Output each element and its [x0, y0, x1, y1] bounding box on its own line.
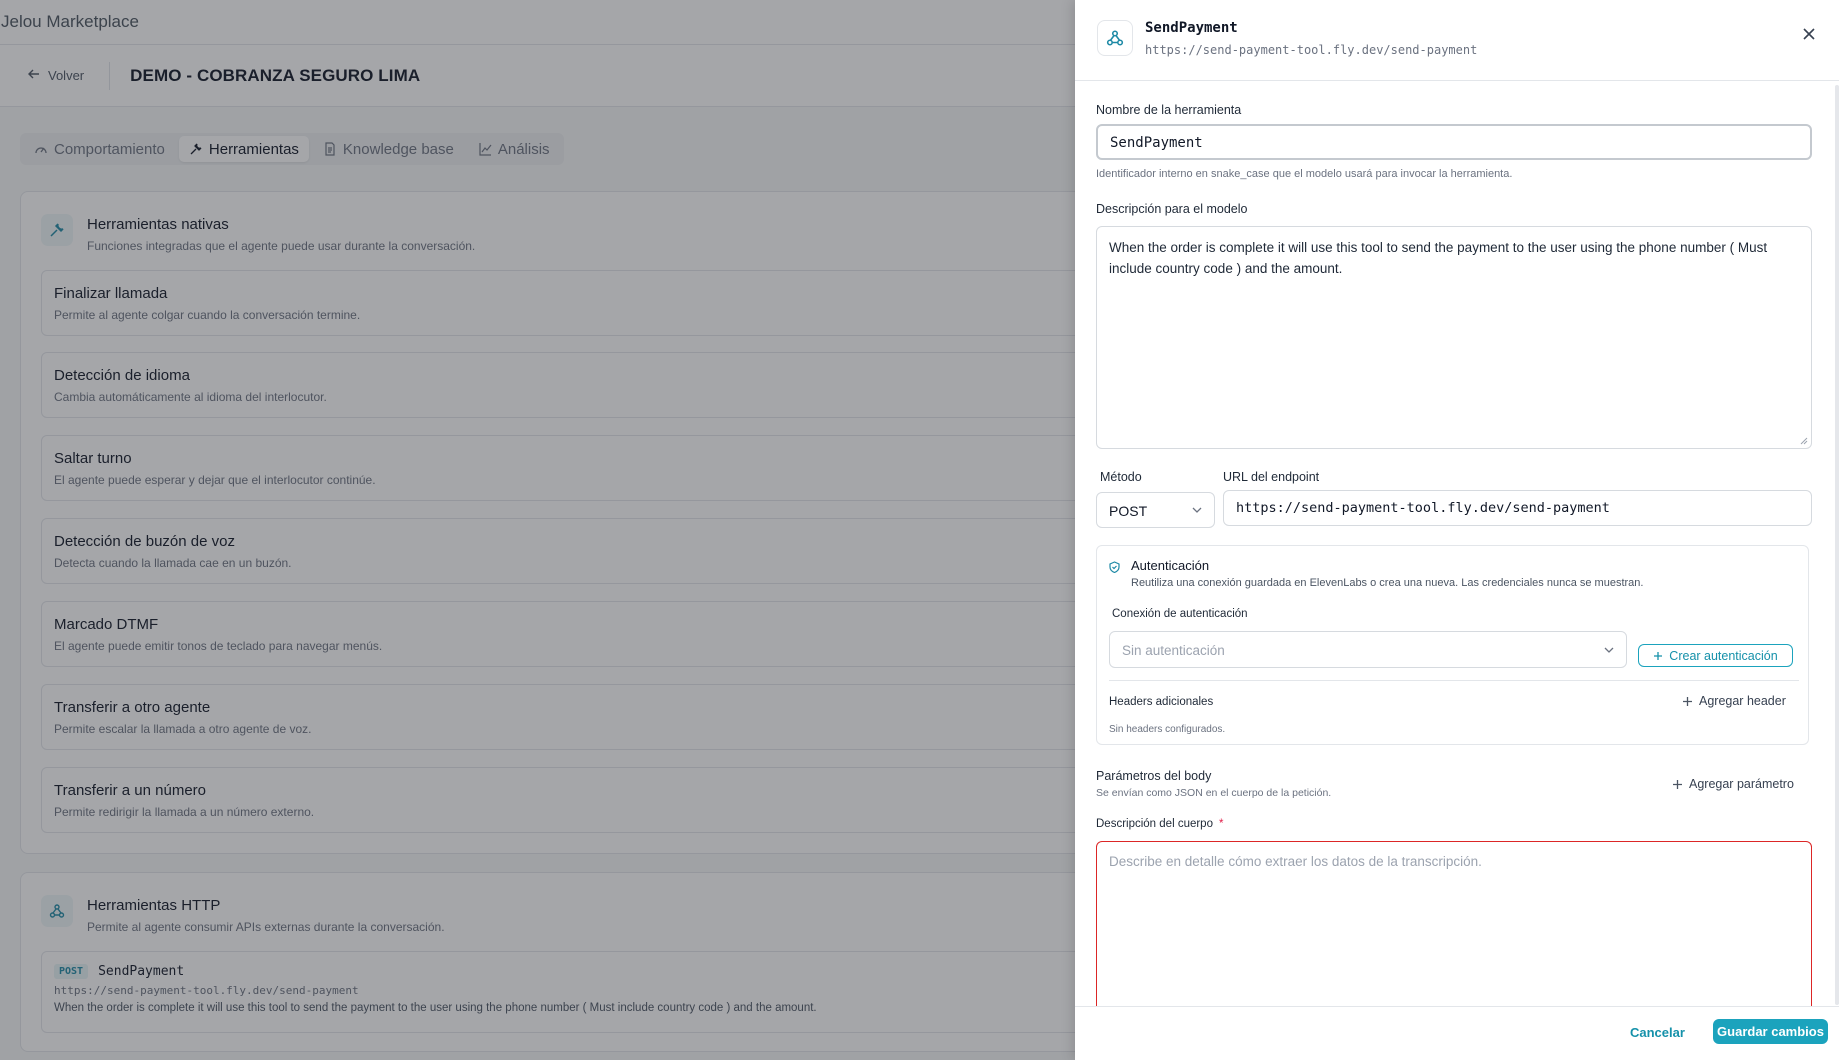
- tool-name-hint: Identificador interno en snake_case que …: [1096, 168, 1513, 180]
- drawer-title: SendPayment: [1145, 20, 1238, 36]
- resize-handle-icon[interactable]: [1800, 437, 1808, 445]
- save-button[interactable]: Guardar cambios: [1713, 1019, 1828, 1044]
- webhook-icon: [1097, 20, 1133, 56]
- shield-icon: [1109, 561, 1120, 573]
- method-value: POST: [1109, 503, 1148, 519]
- description-label: Descripción para el modelo: [1096, 202, 1248, 216]
- modal-overlay[interactable]: [0, 0, 1076, 1060]
- endpoint-url-value: https://send-payment-tool.fly.dev/send-p…: [1236, 500, 1610, 516]
- method-select[interactable]: POST: [1096, 492, 1215, 528]
- auth-title: Autenticación: [1131, 558, 1210, 573]
- plus-icon: [1683, 696, 1692, 706]
- create-auth-button[interactable]: Crear autenticación: [1638, 644, 1793, 667]
- drawer-body[interactable]: Nombre de la herramienta SendPayment Ide…: [1075, 81, 1839, 1006]
- add-header-button[interactable]: Agregar header: [1682, 694, 1786, 708]
- close-button[interactable]: [1797, 22, 1821, 46]
- body-description-placeholder: Describe en detalle cómo extraer los dat…: [1109, 854, 1482, 869]
- body-description-textarea[interactable]: Describe en detalle cómo extraer los dat…: [1096, 841, 1812, 1006]
- divider: [1109, 680, 1799, 681]
- required-asterisk: *: [1218, 818, 1224, 830]
- chevron-down-icon: [1192, 507, 1202, 513]
- close-icon: [1803, 28, 1815, 40]
- drawer-header: SendPayment https://send-payment-tool.fl…: [1075, 0, 1839, 81]
- no-headers-text: Sin headers configurados.: [1109, 724, 1226, 735]
- plus-icon: [1654, 651, 1663, 660]
- add-parameter-button[interactable]: Agregar parámetro: [1672, 777, 1794, 791]
- body-desc-label: Descripción del cuerpo *: [1096, 818, 1223, 830]
- drawer-footer: Cancelar Guardar cambios: [1075, 1006, 1839, 1060]
- method-label: Método: [1100, 470, 1142, 484]
- auth-connection-select[interactable]: Sin autenticación: [1109, 631, 1627, 668]
- endpoint-url-input[interactable]: https://send-payment-tool.fly.dev/send-p…: [1223, 490, 1812, 526]
- auth-connection-value: Sin autenticación: [1122, 643, 1225, 658]
- body-desc-label-text: Descripción del cuerpo: [1096, 818, 1213, 830]
- chevron-down-icon: [1604, 647, 1614, 653]
- tool-name-input[interactable]: SendPayment: [1096, 124, 1812, 160]
- scrollbar-thumb[interactable]: [1835, 85, 1839, 1005]
- auth-panel: Autenticación Reutiliza una conexión gua…: [1096, 545, 1809, 745]
- description-textarea[interactable]: When the order is complete it will use t…: [1096, 226, 1812, 449]
- drawer-subtitle-url: https://send-payment-tool.fly.dev/send-p…: [1145, 43, 1478, 57]
- tool-name-value: SendPayment: [1110, 135, 1203, 151]
- plus-icon: [1673, 779, 1682, 789]
- endpoint-label: URL del endpoint: [1223, 470, 1320, 484]
- edit-tool-drawer: SendPayment https://send-payment-tool.fl…: [1075, 0, 1839, 1060]
- scrollbar[interactable]: [1833, 85, 1839, 1005]
- add-parameter-label: Agregar parámetro: [1689, 777, 1794, 791]
- description-value: When the order is complete it will use t…: [1109, 240, 1768, 276]
- auth-connection-label: Conexión de autenticación: [1112, 608, 1248, 620]
- cancel-button[interactable]: Cancelar: [1630, 1025, 1685, 1040]
- create-auth-label: Crear autenticación: [1669, 648, 1778, 663]
- body-params-title: Parámetros del body: [1096, 769, 1212, 783]
- tool-name-label: Nombre de la herramienta: [1096, 103, 1242, 117]
- headers-label: Headers adicionales: [1109, 696, 1214, 708]
- add-header-label: Agregar header: [1699, 694, 1786, 708]
- body-params-subtitle: Se envían como JSON en el cuerpo de la p…: [1096, 787, 1332, 799]
- auth-desc: Reutiliza una conexión guardada en Eleve…: [1131, 577, 1644, 589]
